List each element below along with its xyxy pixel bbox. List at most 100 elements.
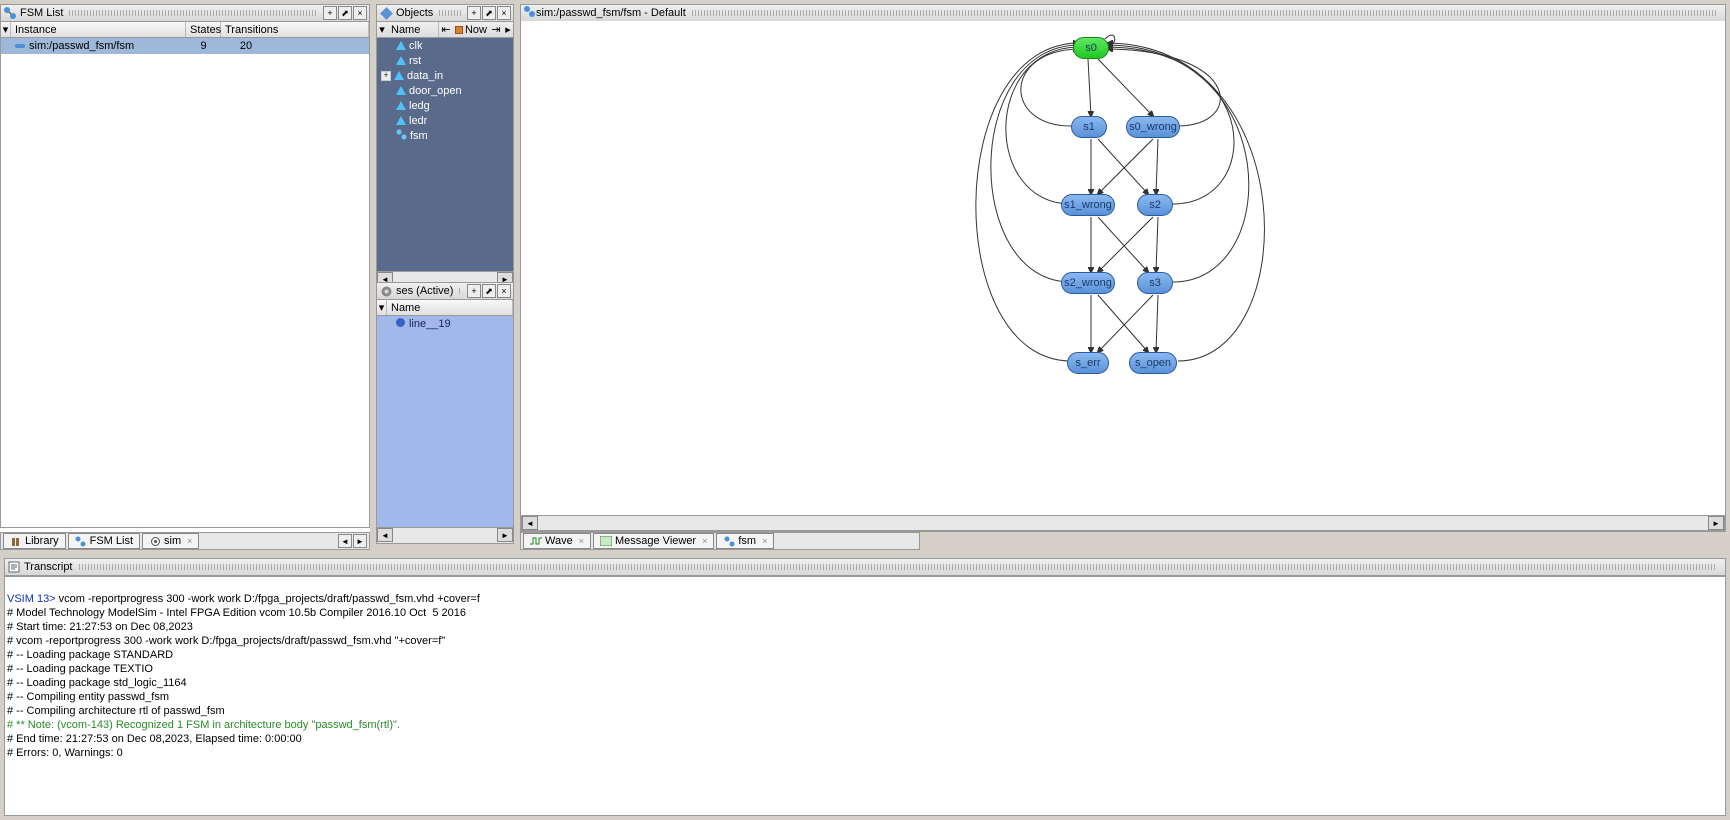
library-icon [10, 535, 22, 547]
state-s0[interactable]: s0 [1073, 37, 1109, 59]
state-s-open[interactable]: s_open [1129, 352, 1177, 374]
fsm-view-pane: sim:/passwd_fsm/fsm - Default [520, 4, 1726, 532]
scroll-right-icon[interactable]: ► [1708, 516, 1724, 530]
transcript-line: # -- Compiling entity passwd_fsm [7, 690, 1723, 704]
signal-name: rst [409, 55, 421, 67]
goto-prev-icon[interactable]: ⇤ [439, 23, 453, 36]
fsm-view-title-bar[interactable]: sim:/passwd_fsm/fsm - Default [521, 5, 1725, 21]
tab-message-viewer[interactable]: Message Viewer × [593, 533, 714, 549]
state-s-err[interactable]: s_err [1067, 352, 1109, 374]
transcript-note: # ** Note: (vcom-143) Recognized 1 FSM i… [7, 719, 400, 731]
col-transitions[interactable]: Transitions [221, 22, 369, 37]
close-icon[interactable]: × [187, 536, 192, 546]
close-button[interactable]: × [353, 6, 367, 20]
state-s1-wrong[interactable]: s1_wrong [1061, 194, 1115, 216]
signal-name: ledg [409, 100, 430, 112]
dock-button[interactable]: ⬈ [482, 6, 496, 20]
dock-button[interactable]: ⬈ [482, 284, 496, 298]
close-button[interactable]: × [497, 284, 511, 298]
col-name[interactable]: Name [387, 22, 439, 37]
tab-label: Library [25, 535, 59, 547]
transcript-body[interactable]: VSIM 13> vcom -reportprogress 300 -work … [4, 576, 1726, 816]
left-tab-bar: Library FSM List sim × ◄ ► [0, 532, 370, 550]
column-menu-icon[interactable]: ▾ [1, 22, 11, 37]
gear-icon [379, 284, 393, 298]
tab-next-icon[interactable]: ► [353, 534, 367, 548]
state-s2[interactable]: s2 [1137, 194, 1173, 216]
tab-sim[interactable]: sim × [142, 533, 199, 549]
add-button[interactable]: + [323, 6, 337, 20]
goto-next-icon[interactable]: ⇥ [489, 23, 503, 36]
ses-title-bar[interactable]: ses (Active) + ⬈ × [376, 282, 514, 300]
add-button[interactable]: + [467, 284, 481, 298]
signal-name: data_in [407, 70, 443, 82]
signal-row[interactable]: + data_in [377, 68, 513, 83]
column-menu-icon[interactable]: ▾ [377, 23, 387, 36]
signal-row[interactable]: door_open [377, 83, 513, 98]
add-button[interactable]: + [467, 6, 481, 20]
ses-body[interactable]: line__19 [376, 316, 514, 528]
col-instance[interactable]: Instance [11, 22, 186, 37]
close-icon[interactable]: × [579, 536, 584, 546]
fsm-row-states: 9 [186, 40, 221, 52]
dock-button[interactable]: ⬈ [338, 6, 352, 20]
column-menu-icon[interactable]: ▾ [377, 300, 387, 315]
tab-fsm-list[interactable]: FSM List [68, 533, 140, 549]
tab-prev-icon[interactable]: ◄ [338, 534, 352, 548]
signal-icon [396, 41, 406, 50]
col-states[interactable]: States [186, 22, 221, 37]
sim-icon [149, 535, 161, 547]
scroll-right-icon[interactable]: ► [497, 528, 513, 542]
tab-library[interactable]: Library [3, 533, 66, 549]
tab-fsm[interactable]: fsm × [716, 533, 774, 549]
signal-row[interactable]: rst [377, 53, 513, 68]
transcript-line: # -- Loading package STANDARD [7, 648, 1723, 662]
ses-item-name: line__19 [409, 318, 451, 330]
tab-label: FSM List [90, 535, 133, 547]
close-button[interactable]: × [497, 6, 511, 20]
signal-row[interactable]: clk [377, 38, 513, 53]
grip [79, 564, 1718, 570]
fsm-icon [3, 6, 17, 20]
objects-body[interactable]: clk rst + data_indoor_openledgledrfsm [376, 38, 514, 272]
right-tab-bar: Wave × Message Viewer × fsm × [520, 532, 920, 550]
signal-row[interactable]: fsm [377, 128, 513, 143]
scroll-left-icon[interactable]: ◄ [377, 528, 393, 542]
transcript-title-bar[interactable]: Transcript [4, 558, 1726, 576]
grip [69, 10, 317, 16]
expand-icon[interactable]: + [381, 71, 391, 81]
fsm-view-title: sim:/passwd_fsm/fsm - Default [536, 7, 686, 19]
grip [439, 10, 461, 16]
transcript-line: # -- Loading package TEXTIO [7, 662, 1723, 676]
close-icon[interactable]: × [702, 536, 707, 546]
state-s1[interactable]: s1 [1071, 116, 1107, 138]
now-label: Now [465, 24, 487, 36]
fsm-list-title-bar[interactable]: FSM List + ⬈ × [0, 4, 370, 22]
tab-wave[interactable]: Wave × [523, 533, 591, 549]
transcript-line: # -- Loading package std_logic_1164 [7, 676, 1723, 690]
scroll-left-icon[interactable]: ◄ [522, 516, 538, 530]
close-icon[interactable]: × [762, 536, 767, 546]
signal-icon [394, 71, 404, 80]
fsm-icon [723, 535, 735, 547]
fsm-list-row[interactable]: sim:/passwd_fsm/fsm 9 20 [1, 38, 369, 54]
scroll-right-icon[interactable]: ▸ [503, 23, 513, 36]
objects-icon [379, 6, 393, 20]
col-name[interactable]: Name [387, 300, 513, 315]
tab-label: fsm [738, 535, 756, 547]
objects-title-bar[interactable]: Objects + ⬈ × [376, 4, 514, 22]
signal-row[interactable]: ledg [377, 98, 513, 113]
h-scrollbar[interactable]: ◄ ► [376, 528, 514, 544]
state-s2-wrong[interactable]: s2_wrong [1061, 272, 1115, 294]
fsm-list-body[interactable]: sim:/passwd_fsm/fsm 9 20 [0, 38, 370, 528]
tab-label: sim [164, 535, 181, 547]
msg-icon [600, 535, 612, 547]
fsm-canvas[interactable]: s0 s1 s0_wrong s1_wrong s2 s2_wrong s3 s… [521, 21, 1725, 515]
fsm-list-title: FSM List [20, 7, 63, 19]
state-s3[interactable]: s3 [1137, 272, 1173, 294]
transcript-prompt: VSIM 13> [7, 593, 59, 605]
state-s0-wrong[interactable]: s0_wrong [1126, 116, 1180, 138]
ses-item[interactable]: line__19 [377, 316, 513, 331]
signal-row[interactable]: ledr [377, 113, 513, 128]
h-scrollbar[interactable]: ◄ ► [521, 515, 1725, 531]
